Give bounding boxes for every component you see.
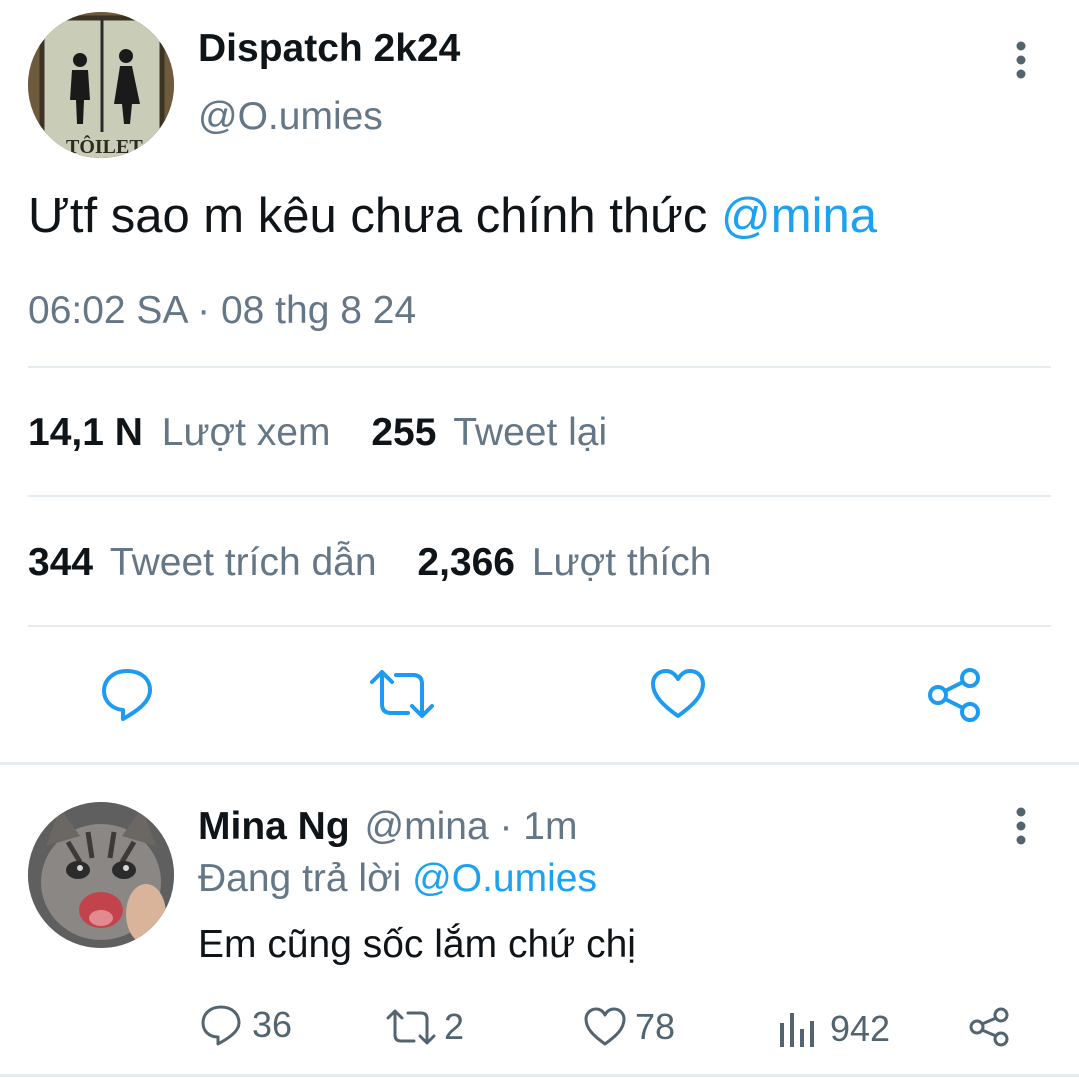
bottom-divider: [0, 1074, 1079, 1077]
views-count-small: 942: [830, 1008, 891, 1049]
retweet-count: 2: [444, 1006, 465, 1047]
quotes-stat[interactable]: 344 Tweet trích dẫn: [28, 541, 387, 584]
like-icon[interactable]: [650, 668, 706, 720]
views-count: 14,1 N: [28, 411, 143, 454]
reply-icon[interactable]: [99, 666, 155, 722]
reply-like-action[interactable]: 78: [583, 1006, 675, 1048]
likes-count: 2,366: [417, 541, 516, 584]
retweet-small-icon: [386, 1007, 436, 1047]
views-chart-icon: [778, 1011, 816, 1047]
divider-3: [28, 625, 1051, 627]
quotes-label: Tweet trích dẫn: [109, 541, 377, 584]
divider-1: [28, 366, 1051, 368]
comment-icon: [200, 1004, 242, 1046]
reply-reply-action[interactable]: 36: [200, 1004, 292, 1046]
avatar-sign-text: TÔILET: [66, 136, 143, 158]
replying-prefix: Đang trả lời: [198, 857, 413, 900]
likes-stat[interactable]: 2,366 Lượt thích: [417, 541, 711, 584]
tweet-timestamp[interactable]: 06:02 SA · 08 thg 8 24: [28, 288, 416, 334]
reply-views-action[interactable]: 942: [778, 1008, 890, 1050]
stats-row-views-retweets: 14,1 N Lượt xem 255 Tweet lại: [28, 410, 607, 456]
reply-share-icon[interactable]: [968, 1007, 1010, 1047]
reply-handle-time[interactable]: @mina · 1m: [365, 805, 578, 848]
tweet-body: Ưtf sao m kêu chưa chính thức: [28, 189, 722, 243]
retweets-count: 255: [371, 411, 437, 454]
mention-link[interactable]: @mina: [721, 189, 877, 243]
author-avatar[interactable]: TÔILET: [28, 12, 174, 158]
stats-row-quotes-likes: 344 Tweet trích dẫn 2,366 Lượt thích: [28, 540, 711, 586]
retweets-label: Tweet lại: [453, 411, 608, 454]
views-stat[interactable]: 14,1 N Lượt xem: [28, 411, 341, 454]
reply-text: Em cũng sốc lắm chứ chị: [198, 923, 636, 966]
reply-more-options-icon[interactable]: [1008, 806, 1034, 848]
author-handle[interactable]: @O.umies: [198, 94, 383, 140]
replying-to-line: Đang trả lời @O.umies: [198, 856, 597, 902]
views-label: Lượt xem: [161, 411, 331, 454]
reply-header: Mina Ng @mina · 1m: [198, 804, 577, 850]
quotes-count: 344: [28, 541, 94, 584]
section-divider: [0, 762, 1079, 765]
likes-label: Lượt thích: [531, 541, 712, 584]
reply-author-name[interactable]: Mina Ng: [198, 805, 350, 848]
divider-2: [28, 495, 1051, 497]
heart-icon: [583, 1007, 627, 1047]
reply-author-avatar[interactable]: [28, 802, 174, 948]
like-count: 78: [635, 1006, 676, 1047]
more-options-icon[interactable]: [1008, 40, 1034, 82]
author-name[interactable]: Dispatch 2k24: [198, 26, 460, 72]
reply-retweet-action[interactable]: 2: [386, 1006, 464, 1048]
retweets-stat[interactable]: 255 Tweet lại: [371, 411, 607, 454]
tweet-text: Ưtf sao m kêu chưa chính thức @mina: [28, 186, 877, 246]
retweet-icon[interactable]: [370, 668, 434, 720]
replying-to-link[interactable]: @O.umies: [412, 857, 597, 900]
reply-count: 36: [252, 1004, 293, 1045]
share-icon[interactable]: [926, 668, 982, 722]
